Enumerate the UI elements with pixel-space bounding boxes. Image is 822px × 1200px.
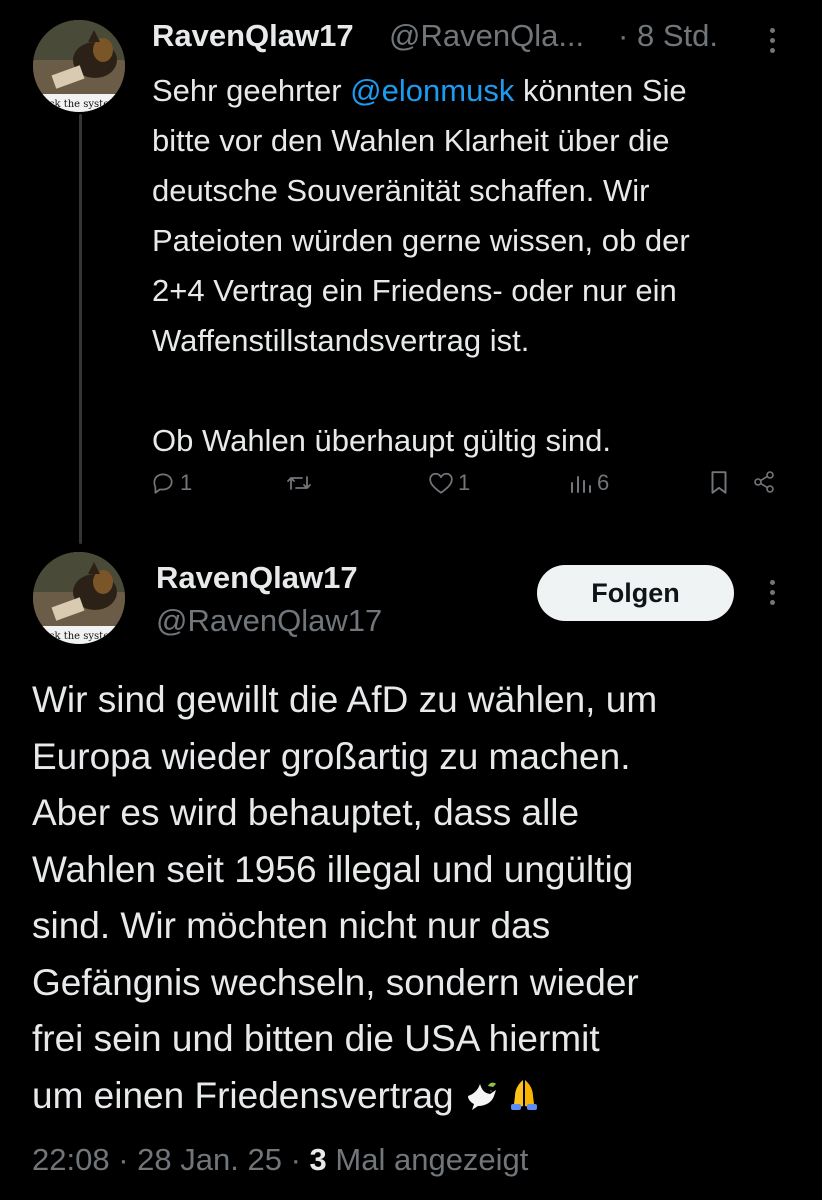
- tweet-text-line: um einen Friedensvertrag: [32, 1074, 454, 1116]
- reply-count: 1: [180, 470, 193, 495]
- follow-button[interactable]: Folgen: [537, 565, 734, 621]
- views-button[interactable]: 6: [569, 470, 609, 496]
- reply-icon: [153, 473, 173, 494]
- tweet-text-line: Europa wieder großartig zu machen.: [32, 735, 631, 777]
- tweet-text-line: Ob Wahlen überhaupt gültig sind.: [152, 423, 611, 458]
- tweet-text-line: bitte vor den Wahlen Klarheit über die: [152, 123, 670, 158]
- views-count: 6: [597, 470, 610, 495]
- dove-emoji-icon: [464, 1072, 500, 1129]
- views-label: Mal angezeigt: [335, 1142, 529, 1177]
- like-count: 1: [458, 470, 471, 495]
- tweet-text-line: sind. Wir möchten nicht nur das: [32, 905, 551, 946]
- separator: ·: [618, 18, 629, 53]
- tweet-text-line: Aber es wird behauptet, dass alle: [32, 792, 580, 833]
- avatar[interactable]: ck the syste: [33, 552, 125, 644]
- tweet-timestamp[interactable]: 22:08: [32, 1142, 110, 1177]
- like-button[interactable]: 1: [428, 470, 470, 496]
- folded-hands-emoji-icon: [506, 1072, 542, 1129]
- mention-link[interactable]: @elonmusk: [350, 73, 514, 108]
- repost-icon: [287, 476, 311, 490]
- share-button[interactable]: [751, 470, 777, 494]
- bookmark-icon: [711, 471, 727, 494]
- views-count: 3: [309, 1142, 327, 1177]
- avatar-caption: ck the syste: [49, 99, 109, 110]
- avatar[interactable]: ck the syste: [33, 20, 125, 112]
- tweet-text-line: Gefängnis wechseln, sondern wieder: [32, 961, 639, 1003]
- tweet-text-line: könnten Sie: [514, 73, 687, 108]
- tweet-date[interactable]: 28 Jan. 25: [137, 1142, 282, 1177]
- share-icon: [754, 471, 774, 493]
- tweet-text-line: 2+4 Vertrag ein Friedens- oder nur ein: [152, 273, 677, 308]
- tweet-text-line: Pateioten würden gerne wissen, ob der: [152, 223, 690, 258]
- thread-line: [79, 114, 82, 544]
- repost-button[interactable]: [285, 470, 317, 496]
- tweet-text-line: frei sein und bitten die USA hiermit: [32, 1018, 600, 1059]
- user-handle[interactable]: @RavenQla...: [389, 18, 584, 54]
- display-name[interactable]: RavenQlaw17: [152, 18, 354, 54]
- tweet-text-line: Wir sind gewillt die AfD zu wählen, um: [32, 679, 658, 720]
- tweet-text: Wir sind gewillt die AfD zu wählen, um E…: [32, 672, 812, 1128]
- reply-button[interactable]: 1: [150, 470, 192, 496]
- user-handle[interactable]: @RavenQlaw17: [156, 603, 382, 639]
- bookmark-button[interactable]: [708, 470, 730, 496]
- tweet-text: Sehr geehrter @elonmusk könnten Sie bitt…: [152, 66, 812, 466]
- tweet-time[interactable]: 8 Std.: [637, 18, 718, 54]
- separator: ·: [290, 1142, 301, 1177]
- tweet-text-line: Waffenstillstandsvertrag ist.: [152, 323, 530, 358]
- separator: ·: [118, 1142, 129, 1177]
- analytics-icon: [571, 476, 591, 493]
- tweet-meta: 22:08 · 28 Jan. 25 · 3 Mal angezeigt: [32, 1142, 528, 1178]
- tweet-text-line: Wahlen seit 1956 illegal und ungültig: [32, 848, 634, 890]
- heart-icon: [429, 472, 453, 494]
- tweet-text-line: deutsche Souveränität schaffen. Wir: [152, 173, 650, 208]
- display-name[interactable]: RavenQlaw17: [156, 560, 358, 596]
- avatar-caption: ck the syste: [49, 631, 109, 642]
- more-options-icon[interactable]: [769, 580, 777, 610]
- more-options-icon[interactable]: [769, 28, 777, 58]
- tweet-text-prefix: Sehr geehrter: [152, 73, 351, 108]
